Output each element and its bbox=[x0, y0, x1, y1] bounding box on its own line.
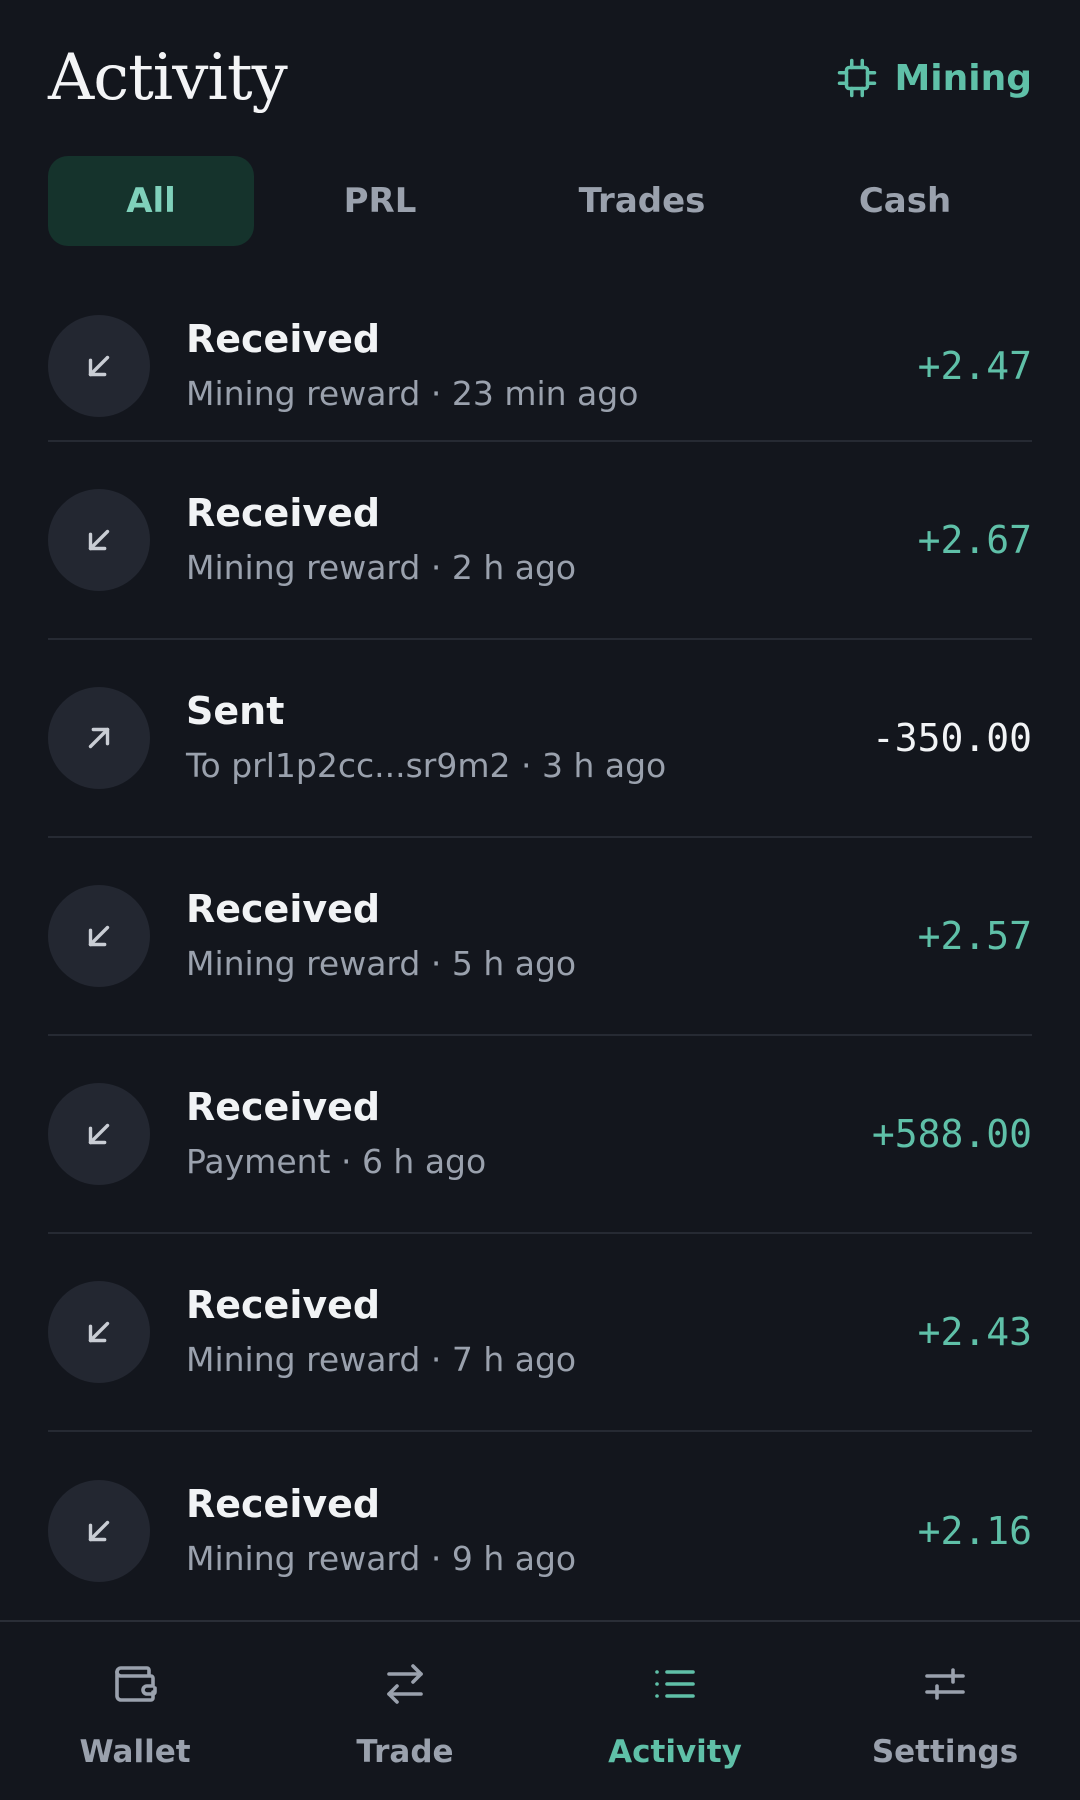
transaction-subtitle: To prl1p2cc...sr9m2 · 3 h ago bbox=[186, 746, 667, 785]
mining-button[interactable]: Mining bbox=[836, 57, 1032, 99]
header: Activity Mining bbox=[48, 28, 1032, 128]
bottom-nav: Wallet Trade Activity Settings bbox=[0, 1620, 1080, 1800]
transaction-amount: +2.16 bbox=[917, 1509, 1032, 1553]
page-title: Activity bbox=[48, 41, 288, 115]
transaction-subtitle: Payment · 6 h ago bbox=[186, 1142, 487, 1181]
transaction-title: Received bbox=[186, 887, 381, 931]
transaction-title: Received bbox=[186, 1482, 381, 1526]
nav-label: Activity bbox=[608, 1734, 742, 1770]
transaction-subtitle: Mining reward · 7 h ago bbox=[186, 1340, 577, 1379]
nav-activity[interactable]: Activity bbox=[540, 1622, 810, 1800]
transaction-row[interactable]: Received Payment · 6 h ago +588.00 bbox=[48, 1036, 1032, 1234]
transaction-amount: +2.67 bbox=[917, 518, 1032, 562]
arrow-down-left-icon bbox=[48, 315, 150, 417]
nav-wallet[interactable]: Wallet bbox=[0, 1622, 270, 1800]
transaction-amount: +2.43 bbox=[917, 1310, 1032, 1354]
transaction-row[interactable]: Received Mining reward · 9 h ago +2.16 bbox=[48, 1432, 1032, 1630]
sliders-icon bbox=[921, 1660, 969, 1712]
transaction-title: Sent bbox=[186, 689, 285, 733]
transaction-row[interactable]: Received Mining reward · 7 h ago +2.43 bbox=[48, 1234, 1032, 1432]
nav-label: Settings bbox=[871, 1734, 1019, 1770]
transaction-title: Received bbox=[186, 1283, 381, 1327]
arrow-down-left-icon bbox=[48, 1083, 150, 1185]
tab-cash[interactable]: Cash bbox=[778, 156, 1032, 246]
transaction-amount: +2.57 bbox=[917, 914, 1032, 958]
transaction-subtitle: Mining reward · 23 min ago bbox=[186, 374, 639, 413]
activity-screen: Activity Mining All PRL Trades Cash Rece… bbox=[0, 0, 1080, 1800]
nav-label: Trade bbox=[356, 1734, 454, 1770]
tab-all[interactable]: All bbox=[48, 156, 254, 246]
transaction-subtitle: Mining reward · 5 h ago bbox=[186, 944, 577, 983]
nav-trade[interactable]: Trade bbox=[270, 1622, 540, 1800]
arrow-down-left-icon bbox=[48, 489, 150, 591]
transaction-amount: -350.00 bbox=[871, 716, 1032, 760]
transaction-row[interactable]: Received Mining reward · 2 h ago +2.67 bbox=[48, 442, 1032, 640]
transaction-title: Received bbox=[186, 491, 381, 535]
arrow-down-left-icon bbox=[48, 1281, 150, 1383]
swap-icon bbox=[381, 1660, 429, 1712]
arrow-down-left-icon bbox=[48, 885, 150, 987]
wallet-icon bbox=[111, 1660, 159, 1712]
list-icon bbox=[651, 1660, 699, 1712]
filter-tabs: All PRL Trades Cash bbox=[48, 156, 1032, 246]
transaction-subtitle: Mining reward · 9 h ago bbox=[186, 1539, 577, 1578]
transaction-row[interactable]: Received Mining reward · 5 h ago +2.57 bbox=[48, 838, 1032, 1036]
transaction-amount: +588.00 bbox=[871, 1112, 1032, 1156]
transaction-title: Received bbox=[186, 317, 381, 361]
tab-trades[interactable]: Trades bbox=[506, 156, 778, 246]
transaction-amount: +2.47 bbox=[917, 344, 1032, 388]
chip-icon bbox=[836, 57, 878, 99]
transaction-row[interactable]: Received Mining reward · 23 min ago +2.4… bbox=[48, 298, 1032, 442]
nav-settings[interactable]: Settings bbox=[810, 1622, 1080, 1800]
nav-label: Wallet bbox=[79, 1734, 191, 1770]
arrow-up-right-icon bbox=[48, 687, 150, 789]
arrow-down-left-icon bbox=[48, 1480, 150, 1582]
tab-prl[interactable]: PRL bbox=[254, 156, 506, 246]
transaction-subtitle: Mining reward · 2 h ago bbox=[186, 548, 577, 587]
transaction-title: Received bbox=[186, 1085, 381, 1129]
transaction-row[interactable]: Sent To prl1p2cc...sr9m2 · 3 h ago -350.… bbox=[48, 640, 1032, 838]
transaction-list: Received Mining reward · 23 min ago +2.4… bbox=[48, 298, 1032, 1630]
mining-label: Mining bbox=[894, 57, 1032, 99]
